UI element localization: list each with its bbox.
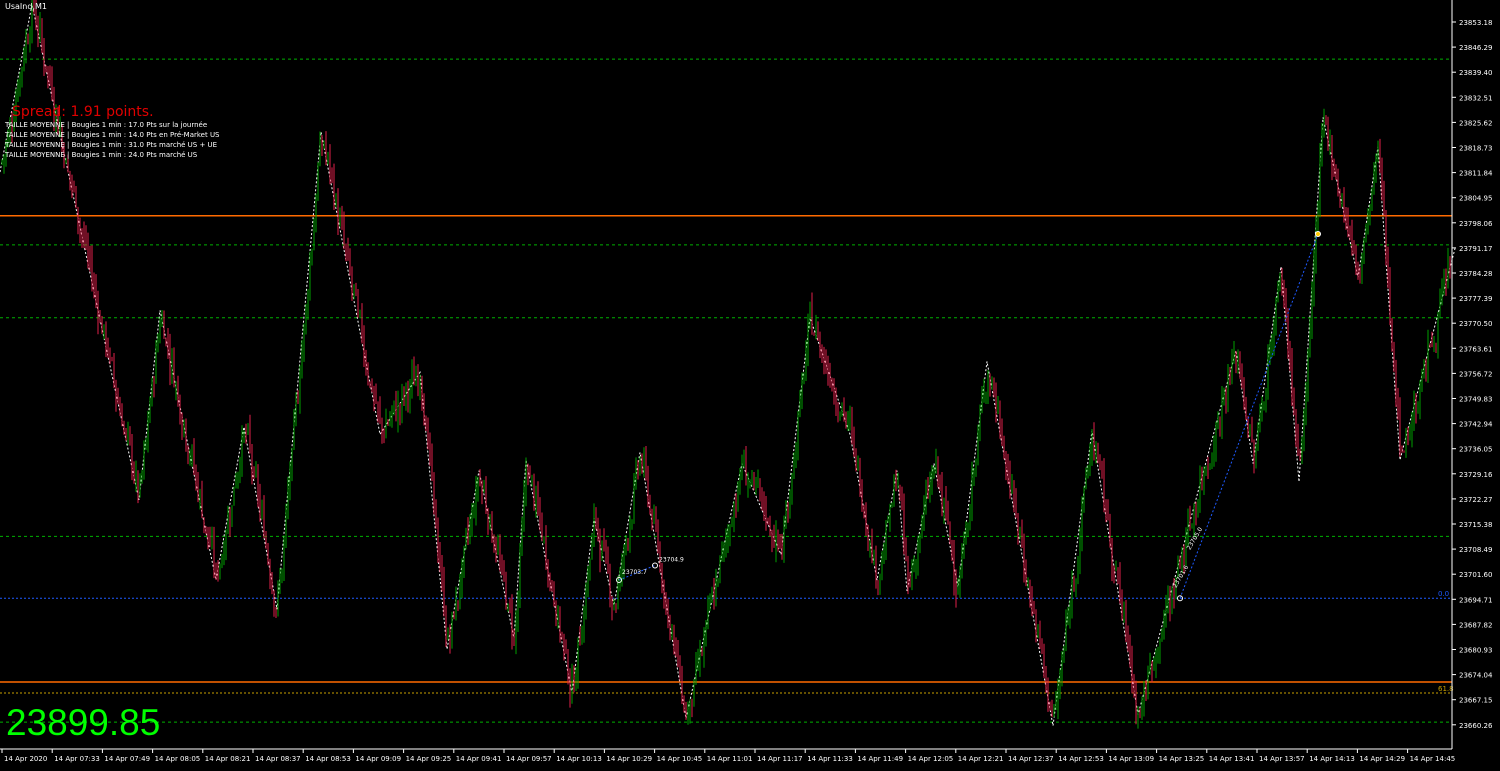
time-tick-label: 14 Apr 09:57 bbox=[506, 755, 552, 763]
trendline-2-end bbox=[1315, 230, 1321, 237]
time-tick-label: 14 Apr 14:13 bbox=[1309, 755, 1355, 763]
price-tick-label: 23839.40 bbox=[1459, 69, 1492, 77]
price-tick-label: 23660.26 bbox=[1459, 722, 1493, 730]
time-tick-label: 14 Apr 07:33 bbox=[54, 755, 100, 763]
time-tick-label: 14 Apr 07:49 bbox=[104, 755, 150, 763]
price-tick-label: 23825.62 bbox=[1459, 119, 1492, 127]
price-tick-label: 23667.15 bbox=[1459, 697, 1492, 705]
time-tick-label: 14 Apr 09:41 bbox=[456, 755, 502, 763]
info-line-us: TAILLE MOYENNE | Bougies 1 min : 24.0 Pt… bbox=[5, 151, 198, 159]
time-tick-label: 14 Apr 12:05 bbox=[908, 755, 954, 763]
fib-label-upper: 0.0 bbox=[1438, 590, 1449, 598]
price-tick-label: 23729.16 bbox=[1459, 471, 1493, 479]
symbol-title: UsaInd,M1 bbox=[5, 2, 47, 11]
time-tick-label: 14 Apr 2020 bbox=[4, 755, 47, 763]
price-tick-label: 23804.95 bbox=[1459, 195, 1492, 203]
time-tick-label: 14 Apr 12:37 bbox=[1008, 755, 1054, 763]
price-tick-label: 23708.49 bbox=[1459, 546, 1492, 554]
price-tick-label: 23811.84 bbox=[1459, 170, 1493, 178]
price-tick-label: 23742.94 bbox=[1459, 421, 1493, 429]
time-tick-label: 14 Apr 11:49 bbox=[857, 755, 903, 763]
price-tick-label: 23777.39 bbox=[1459, 295, 1492, 303]
price-tick-label: 23770.50 bbox=[1459, 320, 1492, 328]
trendline-label-1: 23703.7 bbox=[622, 569, 647, 576]
price-tick-label: 23722.27 bbox=[1459, 496, 1492, 504]
price-tick-label: 23694.71 bbox=[1459, 596, 1492, 604]
price-tick-label: 23853.18 bbox=[1459, 19, 1492, 27]
info-line-day: TAILLE MOYENNE | Bougies 1 min : 17.0 Pt… bbox=[5, 121, 208, 129]
spread-indicator: Spread: 1.91 points. bbox=[12, 104, 154, 120]
price-tick-label: 23715.38 bbox=[1459, 521, 1492, 529]
time-tick-label: 14 Apr 08:05 bbox=[155, 755, 201, 763]
time-tick-label: 14 Apr 10:45 bbox=[657, 755, 703, 763]
time-tick-label: 14 Apr 12:53 bbox=[1058, 755, 1104, 763]
time-tick-label: 14 Apr 08:37 bbox=[255, 755, 301, 763]
price-tick-label: 23818.73 bbox=[1459, 145, 1492, 153]
time-tick-label: 14 Apr 14:29 bbox=[1359, 755, 1405, 763]
time-tick-label: 14 Apr 09:25 bbox=[406, 755, 452, 763]
price-tick-label: 23749.83 bbox=[1459, 396, 1492, 404]
time-tick-label: 14 Apr 13:41 bbox=[1209, 755, 1255, 763]
time-tick-label: 14 Apr 10:29 bbox=[606, 755, 652, 763]
price-tick-label: 23701.60 bbox=[1459, 571, 1492, 579]
price-tick-label: 23756.72 bbox=[1459, 370, 1492, 378]
time-tick-label: 14 Apr 13:09 bbox=[1108, 755, 1154, 763]
price-tick-label: 23798.06 bbox=[1459, 220, 1493, 228]
price-tick-label: 23674.04 bbox=[1459, 672, 1493, 680]
info-line-us-eu: TAILLE MOYENNE | Bougies 1 min : 31.0 Pt… bbox=[5, 141, 218, 149]
price-tick-label: 23832.51 bbox=[1459, 94, 1492, 102]
price-tick-label: 23680.93 bbox=[1459, 647, 1492, 655]
current-price-display: 23899.85 bbox=[6, 702, 161, 743]
time-tick-label: 14 Apr 11:17 bbox=[757, 755, 803, 763]
chart-background bbox=[0, 0, 1500, 767]
time-tick-label: 14 Apr 09:09 bbox=[355, 755, 401, 763]
price-tick-label: 23791.17 bbox=[1459, 245, 1492, 253]
time-tick-label: 14 Apr 08:21 bbox=[205, 755, 251, 763]
price-tick-label: 23763.61 bbox=[1459, 345, 1492, 353]
trendline-label-2: 23704.9 bbox=[659, 556, 684, 563]
time-tick-label: 14 Apr 11:33 bbox=[807, 755, 853, 763]
time-tick-label: 14 Apr 11:01 bbox=[707, 755, 753, 763]
price-tick-label: 23687.82 bbox=[1459, 621, 1492, 629]
price-tick-label: 23784.28 bbox=[1459, 270, 1492, 278]
time-tick-label: 14 Apr 14:45 bbox=[1410, 755, 1456, 763]
time-tick-label: 14 Apr 13:25 bbox=[1159, 755, 1205, 763]
price-chart[interactable]: 0.061.8 23703.723704.923701.623705.0 238… bbox=[0, 0, 1500, 767]
time-tick-label: 14 Apr 08:53 bbox=[305, 755, 351, 763]
info-line-premarket: TAILLE MOYENNE | Bougies 1 min : 14.0 Pt… bbox=[5, 131, 220, 139]
time-tick-label: 14 Apr 12:21 bbox=[958, 755, 1004, 763]
fib-label-lower: 61.8 bbox=[1438, 685, 1454, 693]
price-tick-label: 23736.05 bbox=[1459, 446, 1492, 454]
price-tick-label: 23846.29 bbox=[1459, 44, 1492, 52]
time-tick-label: 14 Apr 10:13 bbox=[556, 755, 602, 763]
chart-window[interactable]: 0.0 61.8 23703.7 23704.9 23701.6 23705.0 238… bbox=[0, 0, 1500, 767]
time-tick-label: 14 Apr 13:57 bbox=[1259, 755, 1305, 763]
